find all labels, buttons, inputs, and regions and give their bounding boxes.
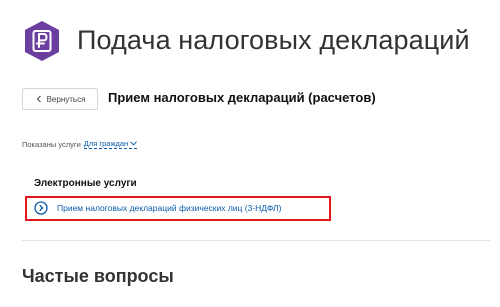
back-button-label: Вернуться (46, 94, 86, 104)
service-link-label: Прием налоговых деклараций физических ли… (57, 203, 282, 213)
divider (22, 240, 490, 241)
circle-chevron-right-icon (34, 201, 48, 215)
page-title: Подача налоговых деклараций (77, 25, 470, 55)
electronic-services-heading: Электронные услуги (34, 178, 137, 189)
service-title: Прием налоговых деклараций (расчетов) (108, 90, 376, 105)
chevron-down-icon (130, 141, 138, 146)
filter-selected: Для граждан (83, 139, 129, 148)
filter-dropdown[interactable]: Для граждан (83, 139, 138, 149)
faq-title: Частые вопросы (22, 266, 174, 286)
chevron-left-icon (36, 95, 41, 103)
logo-icon (22, 20, 62, 62)
filter-prefix: Показаны услуги (22, 139, 81, 149)
back-button[interactable]: Вернуться (22, 88, 98, 110)
service-link-3ndfl[interactable]: Прием налоговых деклараций физических ли… (34, 201, 281, 215)
service-filter: Показаны услуги Для граждан (22, 139, 138, 149)
